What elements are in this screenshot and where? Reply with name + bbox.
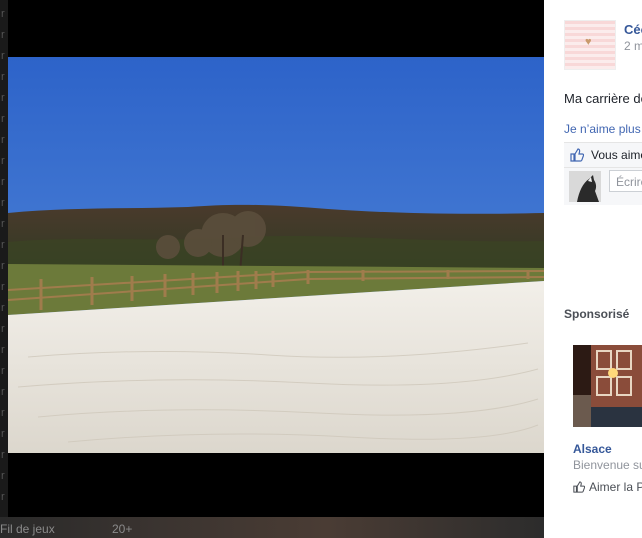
background-list-count: 20+: [112, 522, 133, 536]
background-feed-strip: Fil de jeux 20+: [0, 517, 544, 538]
post-author[interactable]: Céc: [624, 22, 642, 37]
background-letter: r: [1, 386, 5, 398]
background-letter: r: [1, 365, 5, 377]
background-letter: r: [1, 281, 5, 293]
background-letter: r: [1, 8, 5, 20]
background-page-edge: rrrrrrrrrrrrrrrrrrrrrrrr: [0, 0, 8, 538]
background-letter: r: [1, 323, 5, 335]
background-letter: r: [1, 218, 5, 230]
background-letter: r: [1, 239, 5, 251]
background-letter: r: [1, 302, 5, 314]
background-letter: r: [1, 197, 5, 209]
background-letter: r: [1, 344, 5, 356]
ad-description: Bienvenue su: [573, 458, 642, 472]
post-timestamp[interactable]: 2 m: [624, 39, 642, 53]
arena-photo[interactable]: [8, 57, 544, 453]
likes-divider: [564, 167, 642, 168]
background-list-label: Fil de jeux: [0, 522, 55, 536]
like-thumb-icon: [570, 148, 584, 162]
page-avatar[interactable]: ♥: [564, 20, 616, 70]
like-thumb-icon: [573, 481, 586, 493]
post-side-panel: ♥ Céc 2 m Ma carrière de Je n’aime plus …: [544, 0, 642, 538]
unlike-link[interactable]: Je n’aime plus: [564, 122, 641, 136]
background-letter: r: [1, 449, 5, 461]
ad-like-page-button[interactable]: Aimer la P: [573, 480, 642, 494]
background-letter: r: [1, 491, 5, 503]
background-letter: r: [1, 71, 5, 83]
likes-comments-box: Vous aime Écrire: [564, 142, 642, 205]
sponsored-heading: Sponsorisé: [564, 307, 630, 321]
commenter-avatar: [569, 171, 601, 202]
comment-input[interactable]: Écrire: [609, 170, 642, 192]
background-letter: r: [1, 113, 5, 125]
ad-like-label: Aimer la P: [589, 480, 642, 494]
heart-icon: ♥: [585, 36, 592, 48]
ad-title[interactable]: Alsace: [573, 442, 612, 456]
background-letter: r: [1, 260, 5, 272]
background-letter: r: [1, 428, 5, 440]
likes-summary[interactable]: Vous aime: [591, 148, 642, 162]
background-letter: r: [1, 407, 5, 419]
photo-viewer: [8, 0, 544, 517]
background-letter: r: [1, 176, 5, 188]
background-letter: r: [1, 470, 5, 482]
background-letter: r: [1, 134, 5, 146]
ad-image[interactable]: [573, 345, 642, 427]
background-letter: r: [1, 29, 5, 41]
background-letter: r: [1, 50, 5, 62]
post-caption: Ma carrière de: [564, 91, 642, 106]
background-letter: r: [1, 92, 5, 104]
background-letter: r: [1, 155, 5, 167]
